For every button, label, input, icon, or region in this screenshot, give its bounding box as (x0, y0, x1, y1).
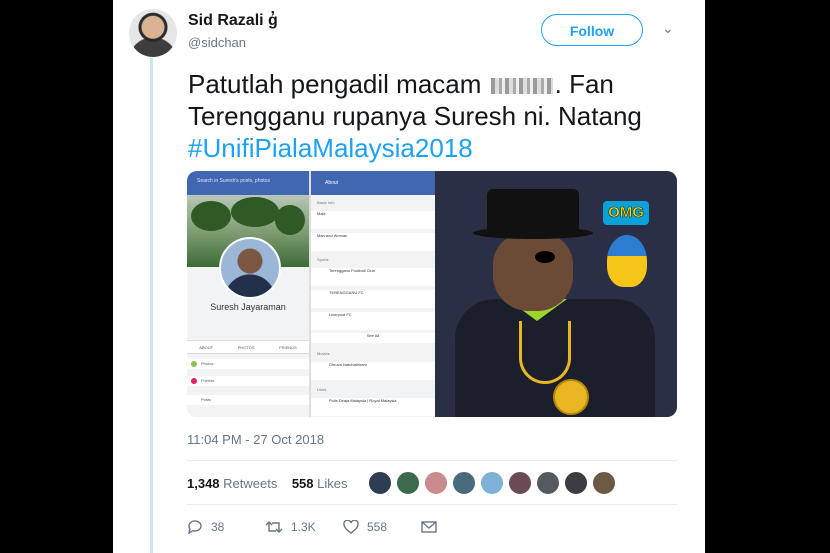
liker-avatar[interactable] (424, 471, 448, 495)
thread-line (150, 58, 153, 553)
tweet-text: Patutlah pengadil macam . Fan Terengganu… (188, 68, 668, 164)
see-all-link: See All (311, 333, 435, 343)
gold-medallion-shape (553, 379, 589, 415)
tweet-actions: 38 1.3K 558 (187, 520, 437, 534)
tree-shape (231, 197, 279, 227)
facebook-top-bar: Search in Suresh's posts, photos (187, 171, 309, 195)
about-row: Liverpool FC (311, 312, 435, 330)
profile-row-label: Photos (201, 361, 214, 366)
heart-icon (343, 520, 359, 534)
display-name-text[interactable]: Sid Razali (188, 12, 264, 29)
facebook-search-text: Search in Suresh's posts, photos (197, 178, 270, 184)
follow-button[interactable]: Follow (541, 14, 643, 46)
retweets-label[interactable]: Retweets (223, 476, 277, 491)
section-head: Basic Info (317, 200, 335, 205)
facebook-about-screenshot: About Basic Info Male Man and Woman Spor… (311, 171, 435, 417)
about-row: Male (311, 211, 435, 229)
about-title: About (325, 180, 339, 186)
about-row: Terengganu Football Club (311, 268, 435, 286)
liker-avatar[interactable] (508, 471, 532, 495)
censored-word (490, 78, 553, 95)
avatar[interactable] (129, 9, 177, 57)
about-row: Dhruva Natchathiram (311, 362, 435, 380)
retweet-count: 1.3K (291, 520, 316, 534)
liker-avatars (368, 471, 616, 495)
about-row: Polis Diraja Malaysia | Royal Malaysia (311, 398, 435, 416)
display-name[interactable]: Sid Razali ɡ̓ (188, 12, 278, 30)
liker-avatar[interactable] (592, 471, 616, 495)
profile-row: Photos (187, 359, 309, 369)
like-button[interactable]: 558 (343, 520, 421, 534)
liker-avatar[interactable] (452, 471, 476, 495)
section-head: Sports (317, 257, 329, 262)
top-hat-shape (487, 189, 579, 231)
retweet-icon (265, 521, 283, 533)
facebook-top-bar: About (311, 171, 435, 195)
omg-sticker: OMG (603, 201, 649, 225)
gold-chain-shape (519, 321, 571, 384)
name-suffix: ɡ̓ (268, 12, 278, 29)
message-icon (421, 521, 437, 533)
likes-count[interactable]: 558 (292, 476, 314, 491)
profile-row: Posts (187, 395, 309, 405)
tweet-timestamp[interactable]: 11:04 PM - 27 Oct 2018 (187, 432, 324, 447)
user-handle[interactable]: @sidchan (188, 35, 246, 50)
parrot-shape (607, 235, 647, 287)
retweet-button[interactable]: 1.3K (265, 520, 343, 534)
like-count: 558 (367, 520, 388, 534)
divider (187, 460, 677, 461)
profile-tab: ABOUT (199, 344, 214, 350)
tweet-text-part1: Patutlah pengadil macam (188, 69, 482, 99)
section-head: Movies (317, 351, 330, 356)
face-shape (493, 233, 573, 311)
profile-row-label: Friends (201, 378, 215, 383)
liker-avatar[interactable] (368, 471, 392, 495)
reply-button[interactable]: 38 (187, 520, 265, 534)
divider (187, 504, 677, 505)
profile-row-label: Posts (201, 397, 212, 402)
liker-avatar[interactable] (536, 471, 560, 495)
reply-icon (188, 520, 202, 534)
liker-avatar[interactable] (564, 471, 588, 495)
eye-patch-shape (535, 251, 555, 263)
engagement-stats: 1,348 Retweets 558 Likes (187, 476, 348, 491)
reply-count: 38 (211, 520, 225, 534)
section-head: Likes (317, 387, 327, 392)
hat-brim-shape (473, 227, 593, 239)
hashtag-link[interactable]: #UnifiPialaMalaysia2018 (188, 133, 473, 163)
tweet-media[interactable]: Search in Suresh's posts, photos Suresh … (187, 171, 677, 417)
profile-tabs: ABOUT PHOTOS FRIENDS (187, 340, 309, 354)
profile-picture (219, 237, 281, 299)
photos-icon (191, 361, 197, 367)
about-row: TERENGGANU FC (311, 290, 435, 308)
retweets-count[interactable]: 1,348 (187, 476, 220, 491)
friends-icon (191, 378, 197, 384)
profile-tab: FRIENDS (279, 344, 297, 350)
profile-row: Friends (187, 376, 309, 386)
tree-shape (191, 201, 231, 231)
direct-message-button[interactable] (421, 521, 437, 533)
facebook-profile-screenshot: Search in Suresh's posts, photos Suresh … (187, 171, 309, 417)
chevron-down-icon[interactable]: ⌄ (662, 20, 674, 37)
profile-name: Suresh Jayaraman (210, 302, 286, 312)
liker-avatar[interactable] (396, 471, 420, 495)
about-row: Man and Woman (311, 233, 435, 251)
liker-avatar[interactable] (480, 471, 504, 495)
tree-shape (275, 205, 305, 235)
profile-tab: PHOTOS (237, 344, 255, 350)
meme-image: OMG (435, 171, 677, 417)
likes-label[interactable]: Likes (317, 476, 347, 491)
